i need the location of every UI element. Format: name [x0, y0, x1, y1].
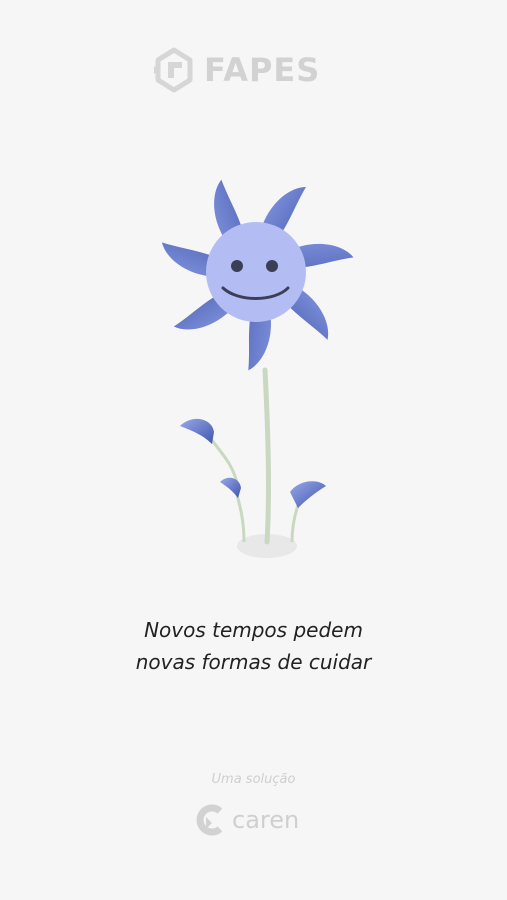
right-leaf: [290, 481, 326, 508]
caren-logo: caren: [194, 800, 314, 840]
smiling-flower-illustration: [161, 179, 354, 558]
left-eye: [231, 260, 243, 272]
caren-wordmark: caren: [232, 806, 300, 834]
fapes-wordmark: FAPES: [204, 51, 321, 89]
tagline: Novos tempos pedem novas formas de cuida…: [0, 614, 507, 678]
fapes-logo: FAPES: [150, 44, 340, 96]
right-eye: [266, 260, 278, 272]
main-stem: [262, 367, 271, 545]
splash-screen: FAPES Novos tempos pedem novas formas de…: [0, 0, 507, 900]
caren-logo-icon: [196, 804, 223, 836]
middle-sprout-stem: [233, 487, 246, 543]
tagline-line-2: novas formas de cuidar: [135, 650, 372, 674]
flower-face: [206, 222, 306, 322]
fapes-logo-icon: [154, 47, 193, 93]
footer-caption: Uma solução: [211, 772, 296, 787]
left-leaf: [180, 418, 214, 444]
tagline-line-1: Novos tempos pedem: [144, 618, 363, 642]
